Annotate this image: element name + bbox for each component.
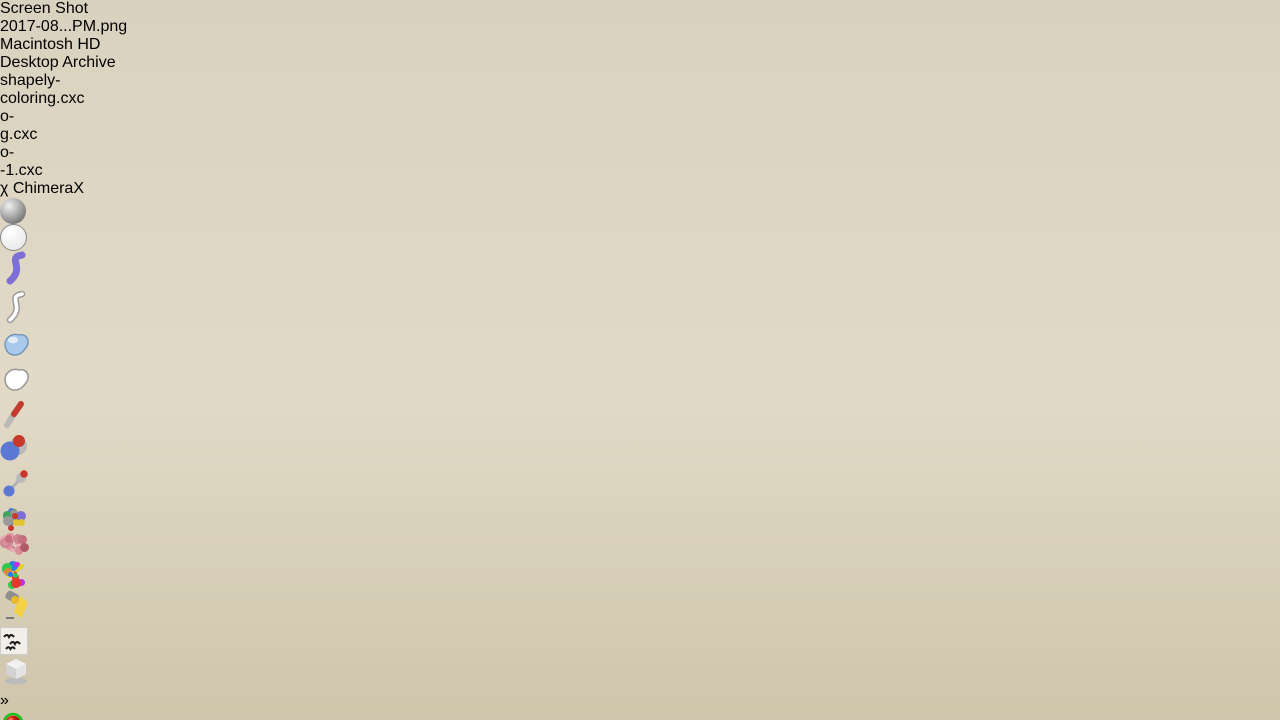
toolbar-simple-lighting[interactable]: [0, 588, 1280, 627]
toolbar-soft-lighting[interactable]: [0, 655, 1280, 692]
mouse-mode-select-mode[interactable]: [0, 710, 1280, 720]
toolbar-ball-and-stick-style[interactable]: [0, 469, 1280, 504]
mouse-mode-toolbar: [0, 710, 1280, 720]
birds-tile: [0, 627, 28, 655]
cluster-dots: [0, 560, 28, 588]
toolbar-color-heteroatom[interactable]: [0, 504, 1280, 532]
cluster-dots: [0, 532, 28, 560]
toolbar-toolbar-overflow[interactable]: »: [0, 692, 1280, 710]
toolbar-color-rainbow[interactable]: [0, 560, 1280, 588]
toolbar-color-polymer[interactable]: [0, 532, 1280, 560]
toolbar-full-lighting[interactable]: [0, 627, 1280, 655]
desktop: Screen Shot2017-08...PM.pngMacintosh HDD…: [0, 0, 1280, 720]
cluster-dots: [0, 504, 28, 532]
